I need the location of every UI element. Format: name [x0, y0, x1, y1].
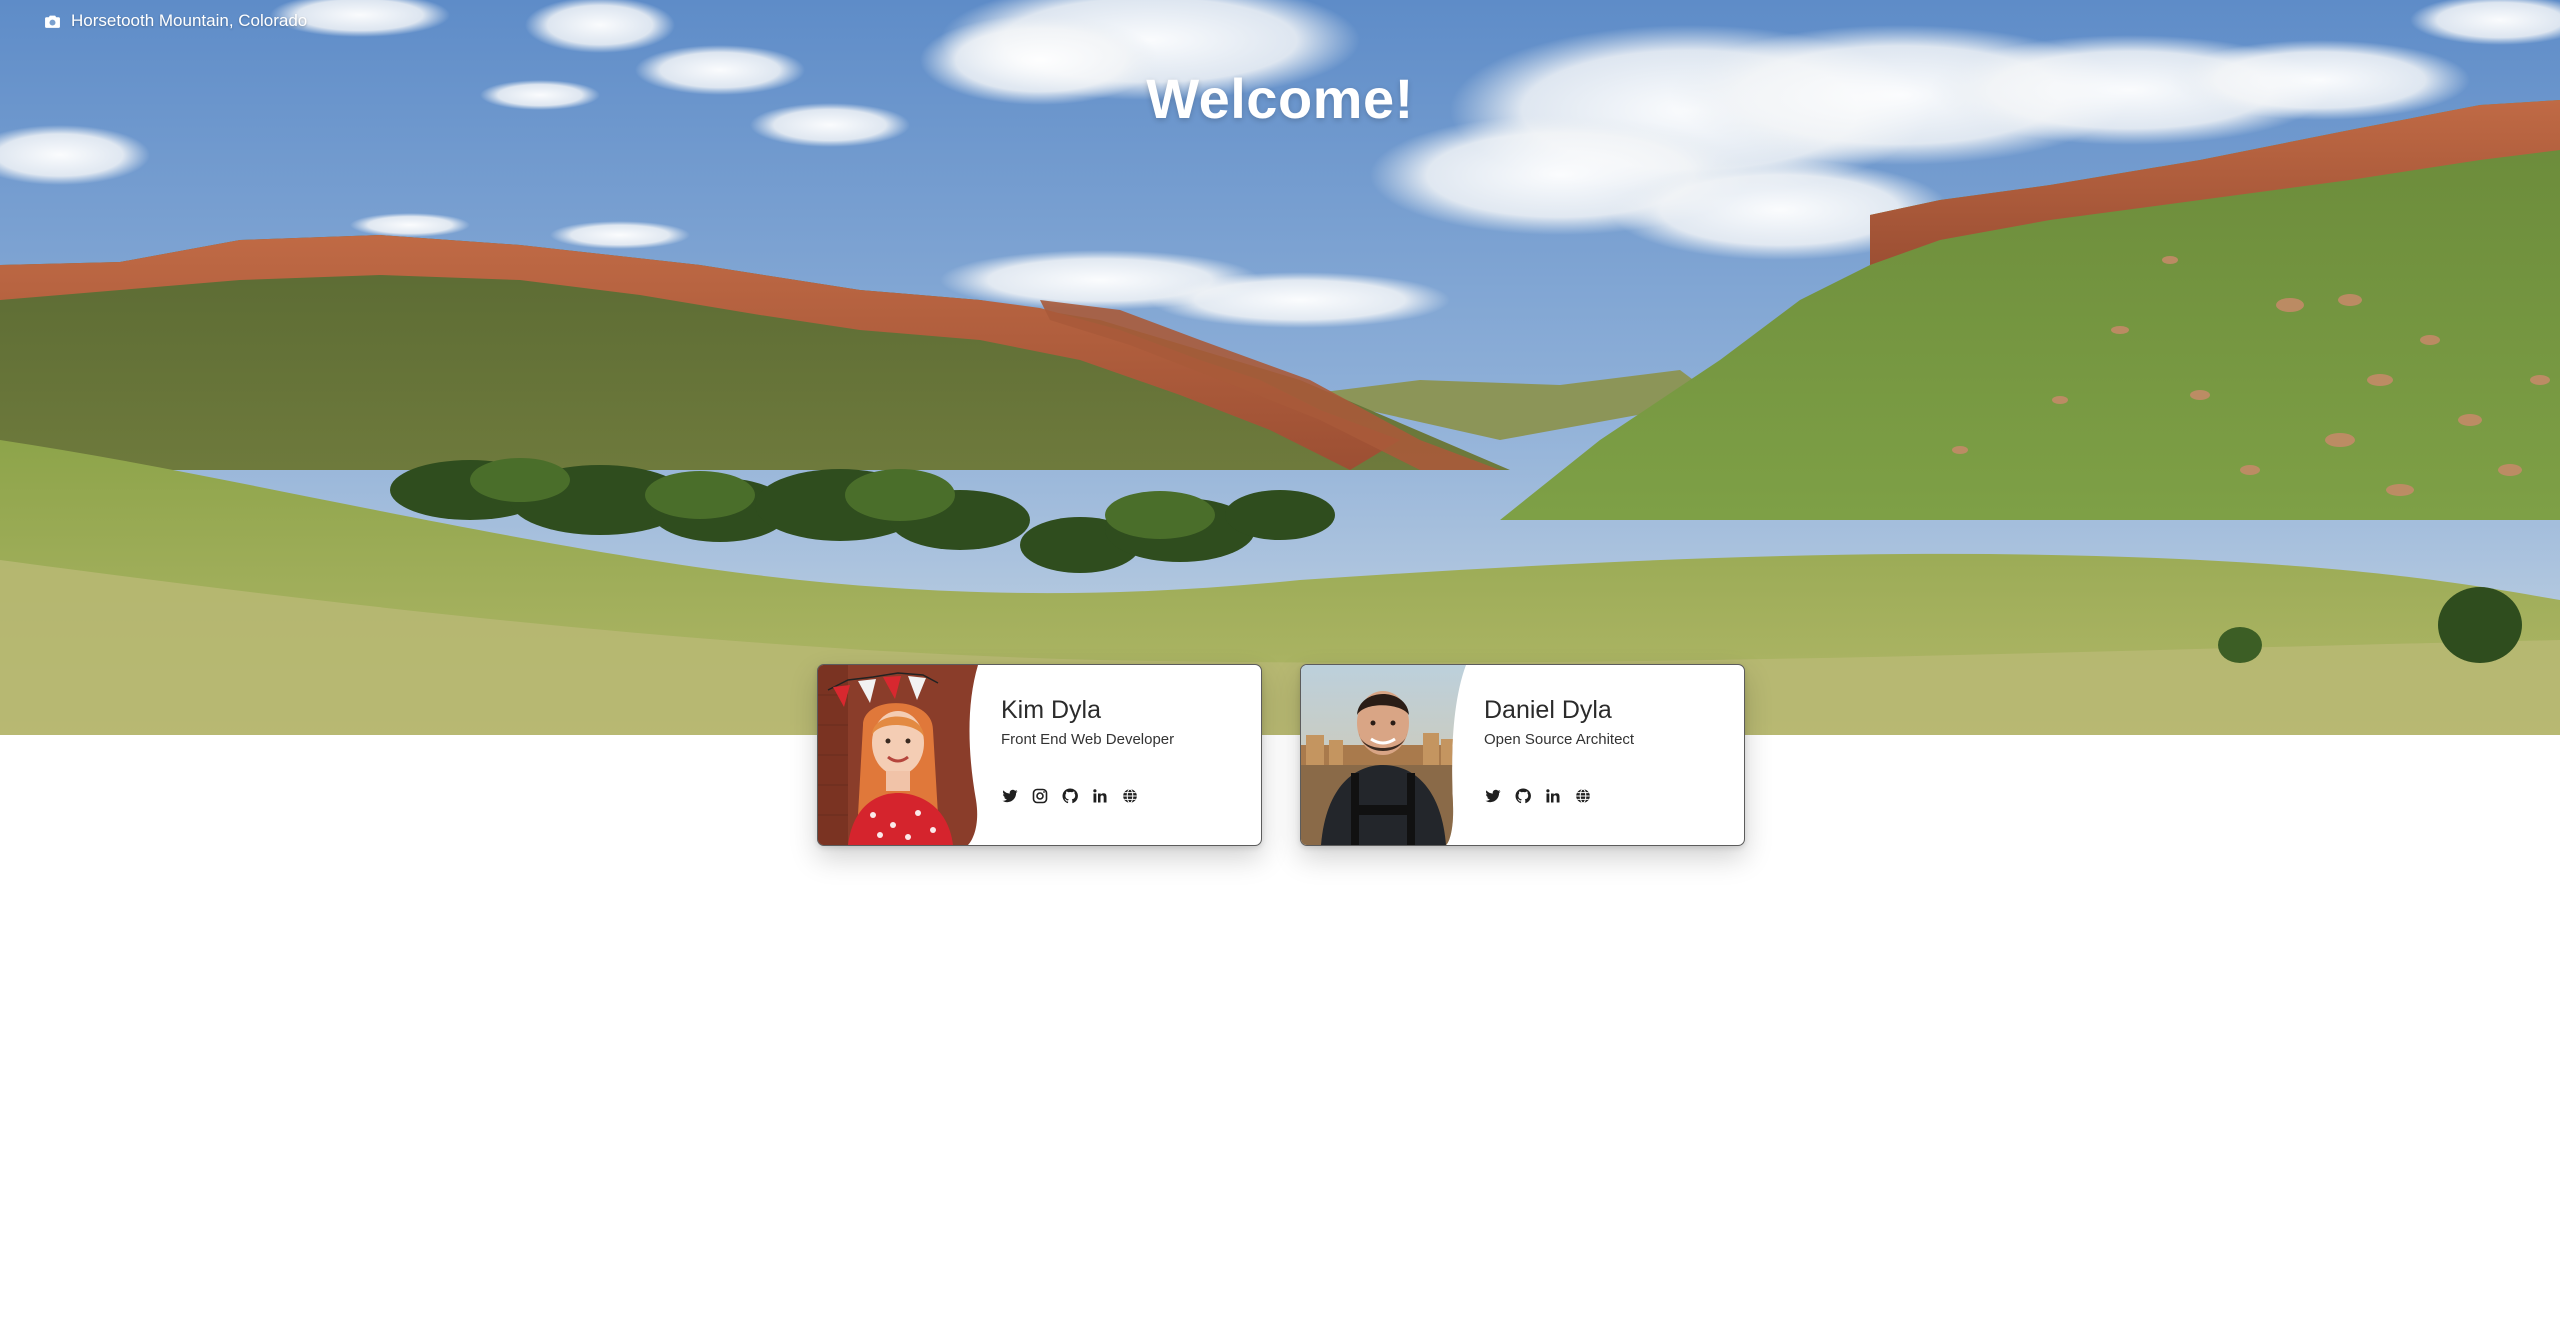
daniel-portrait — [1301, 665, 1466, 845]
photo-credit-link[interactable]: Horsetooth Mountain, Colorado — [44, 11, 307, 31]
kim-social-links — [1001, 787, 1138, 804]
daniel-info: Daniel Dyla Open Source Architect — [1484, 695, 1730, 749]
twitter-icon[interactable] — [1484, 787, 1501, 804]
profile-cards: Kim Dyla Front End Web Developer Daniel … — [817, 664, 1745, 846]
linkedin-icon[interactable] — [1091, 787, 1108, 804]
photo-credit-text: Horsetooth Mountain, Colorado — [71, 11, 308, 30]
instagram-icon[interactable] — [1031, 787, 1048, 804]
person-name: Kim Dyla — [1001, 696, 1102, 724]
github-icon[interactable] — [1514, 787, 1531, 804]
profile-card-daniel[interactable]: Daniel Dyla Open Source Architect — [1300, 664, 1745, 846]
page: Horsetooth Mountain, Colorado Welcome! K… — [0, 0, 2560, 1336]
hero-banner: Horsetooth Mountain, Colorado Welcome! — [0, 0, 2560, 735]
person-role: Front End Web Developer — [1001, 731, 1175, 748]
profile-card-kim[interactable]: Kim Dyla Front End Web Developer — [817, 664, 1262, 846]
person-name: Daniel Dyla — [1484, 696, 1612, 724]
camera-icon — [45, 15, 60, 28]
welcome-heading: Welcome! — [1146, 67, 1414, 130]
kim-portrait — [818, 665, 983, 845]
globe-icon[interactable] — [1121, 787, 1138, 804]
daniel-social-links — [1484, 787, 1591, 804]
github-icon[interactable] — [1061, 787, 1078, 804]
twitter-icon[interactable] — [1001, 787, 1018, 804]
person-role: Open Source Architect — [1484, 731, 1635, 748]
globe-icon[interactable] — [1574, 787, 1591, 804]
kim-info: Kim Dyla Front End Web Developer — [1001, 695, 1247, 749]
linkedin-icon[interactable] — [1544, 787, 1561, 804]
